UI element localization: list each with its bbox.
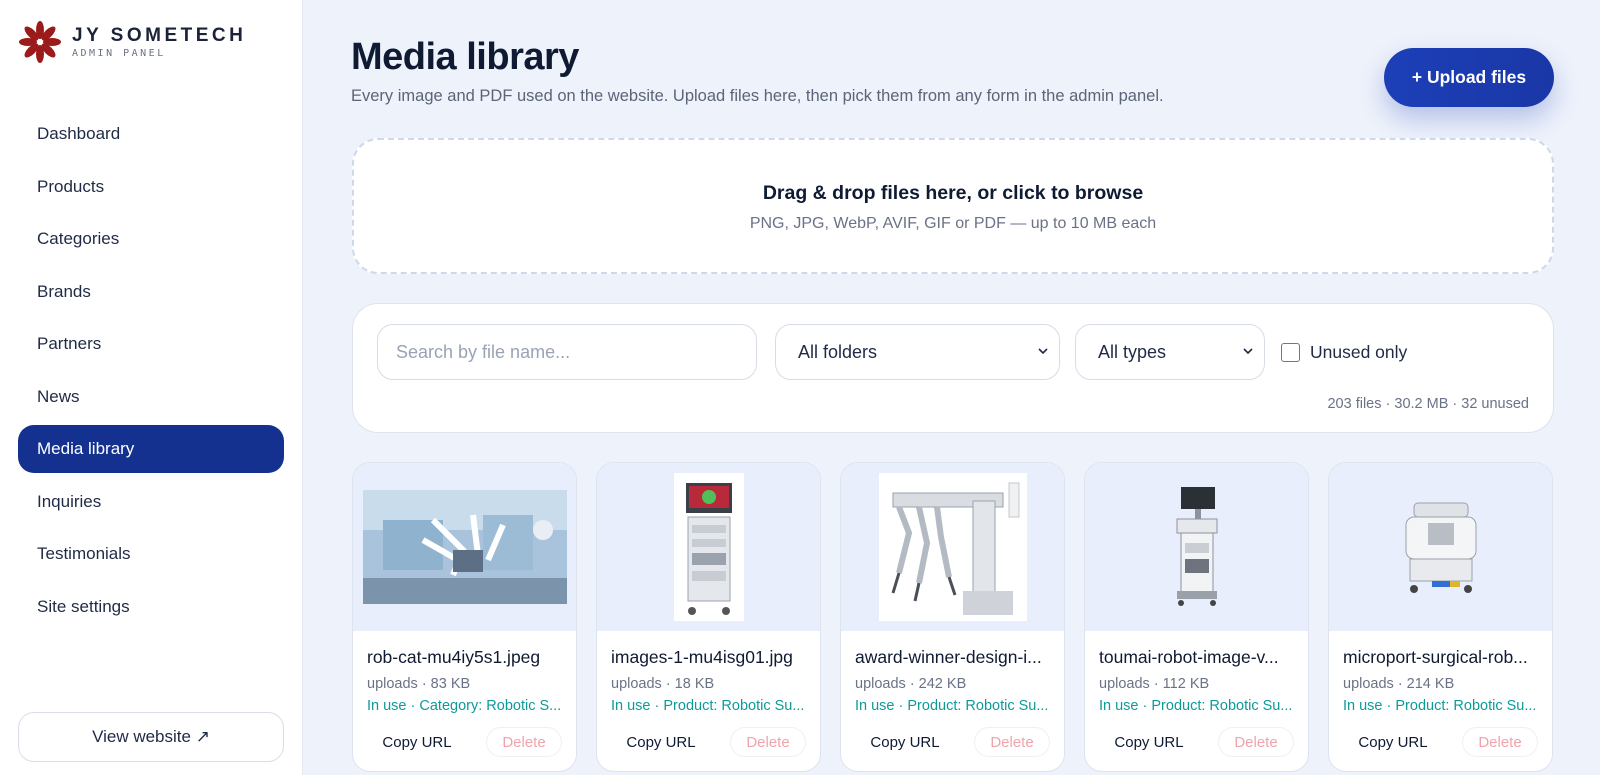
media-usage[interactable]: In use · Category: Robotic S...	[367, 698, 562, 714]
media-file-meta: uploads · 112 KB	[1099, 676, 1210, 692]
unused-only-checkbox[interactable]	[1281, 343, 1300, 362]
media-usage[interactable]: In use · Product: Robotic Su...	[1343, 698, 1538, 714]
media-thumbnail[interactable]	[841, 463, 1064, 631]
sidebar-item-media-library[interactable]: Media library	[18, 425, 284, 473]
sidebar-item-brands[interactable]: Brands	[18, 268, 284, 316]
sidebar-item-partners[interactable]: Partners	[18, 320, 284, 368]
delete-button[interactable]: Delete	[730, 727, 806, 757]
dropzone[interactable]: Drag & drop files here, or click to brow…	[352, 138, 1554, 274]
sidebar: JY SOMETECH ADMIN PANEL Dashboard Produc…	[0, 0, 303, 775]
sidebar-item-categories[interactable]: Categories	[18, 215, 284, 263]
chevron-down-icon	[1038, 348, 1048, 355]
sidebar-nav: Dashboard Products Categories Brands Par…	[18, 110, 284, 635]
media-file-meta: uploads · 214 KB	[1343, 676, 1455, 692]
media-thumbnail[interactable]	[353, 463, 576, 631]
media-thumbnail[interactable]	[1085, 463, 1308, 631]
surgical-robot-cart-photo	[1405, 502, 1476, 593]
media-thumbnail[interactable]	[1329, 463, 1552, 631]
media-file-name: microport-surgical-rob...	[1343, 647, 1528, 667]
robot-arm-photo	[878, 473, 1027, 621]
red-flower-logo-icon	[19, 21, 61, 63]
media-usage[interactable]: In use · Product: Robotic Su...	[1099, 698, 1294, 714]
delete-button[interactable]: Delete	[974, 727, 1050, 757]
page-title: Media library	[351, 36, 579, 78]
media-file-name: toumai-robot-image-v...	[1099, 647, 1279, 667]
folder-select-value: All folders	[798, 341, 878, 362]
media-card[interactable]: images-1-mu4isg01.jpg uploads · 18 KB In…	[596, 462, 821, 772]
sidebar-item-news[interactable]: News	[18, 373, 284, 421]
unused-only-label: Unused only	[1310, 342, 1408, 362]
library-stats: 203 files · 30.2 MB · 32 unused	[1327, 396, 1529, 412]
surgical-robot-room-photo	[362, 490, 567, 604]
page-description: Every image and PDF used on the website.…	[351, 87, 1164, 105]
media-file-name: rob-cat-mu4iy5s1.jpeg	[367, 647, 541, 667]
brand[interactable]: JY SOMETECH ADMIN PANEL	[18, 20, 246, 64]
endoscopy-tower-photo	[673, 473, 744, 621]
delete-button[interactable]: Delete	[1462, 727, 1538, 757]
media-card[interactable]: toumai-robot-image-v... uploads · 112 KB…	[1084, 462, 1309, 772]
media-thumbnail[interactable]	[597, 463, 820, 631]
unused-only-toggle[interactable]: Unused only	[1281, 342, 1407, 363]
chevron-down-icon	[1243, 348, 1253, 355]
sidebar-item-inquiries[interactable]: Inquiries	[18, 478, 284, 526]
type-select[interactable]: All types	[1075, 324, 1265, 380]
dropzone-title: Drag & drop files here, or click to brow…	[762, 182, 1144, 204]
main-content: Media library Every image and PDF used o…	[303, 0, 1600, 775]
copy-url-button[interactable]: Copy URL	[1341, 727, 1445, 757]
brand-subtitle: ADMIN PANEL	[72, 47, 166, 59]
brand-name: JY SOMETECH	[72, 24, 247, 46]
media-file-meta: uploads · 83 KB	[367, 676, 471, 692]
search-input[interactable]	[377, 324, 757, 380]
media-file-meta: uploads · 18 KB	[611, 676, 715, 692]
sidebar-item-dashboard[interactable]: Dashboard	[18, 110, 284, 158]
copy-url-button[interactable]: Copy URL	[365, 727, 469, 757]
sidebar-item-site-settings[interactable]: Site settings	[18, 583, 284, 631]
media-card[interactable]: rob-cat-mu4iy5s1.jpeg uploads · 83 KB In…	[352, 462, 577, 772]
folder-select[interactable]: All folders	[775, 324, 1060, 380]
upload-files-button[interactable]: + Upload files	[1384, 48, 1554, 107]
media-card[interactable]: award-winner-design-i... uploads · 242 K…	[840, 462, 1065, 772]
media-usage[interactable]: In use · Product: Robotic Su...	[611, 698, 806, 714]
copy-url-button[interactable]: Copy URL	[609, 727, 713, 757]
media-grid: rob-cat-mu4iy5s1.jpeg uploads · 83 KB In…	[352, 462, 1554, 775]
copy-url-button[interactable]: Copy URL	[1097, 727, 1201, 757]
filters-panel: All folders All types Unused only 203 fi…	[352, 303, 1554, 433]
media-usage[interactable]: In use · Product: Robotic Su...	[855, 698, 1050, 714]
delete-button[interactable]: Delete	[486, 727, 562, 757]
media-card[interactable]: microport-surgical-rob... uploads · 214 …	[1328, 462, 1553, 772]
sidebar-item-testimonials[interactable]: Testimonials	[18, 530, 284, 578]
media-file-name: images-1-mu4isg01.jpg	[611, 647, 793, 667]
sidebar-item-products[interactable]: Products	[18, 163, 284, 211]
media-file-meta: uploads · 242 KB	[855, 676, 967, 692]
view-website-button[interactable]: View website ↗	[18, 712, 284, 762]
surgeon-console-photo	[1176, 487, 1217, 606]
dropzone-subtitle: PNG, JPG, WebP, AVIF, GIF or PDF — up to…	[749, 215, 1157, 232]
type-select-value: All types	[1098, 341, 1167, 362]
media-file-name: award-winner-design-i...	[855, 647, 1042, 667]
copy-url-button[interactable]: Copy URL	[853, 727, 957, 757]
delete-button[interactable]: Delete	[1218, 727, 1294, 757]
